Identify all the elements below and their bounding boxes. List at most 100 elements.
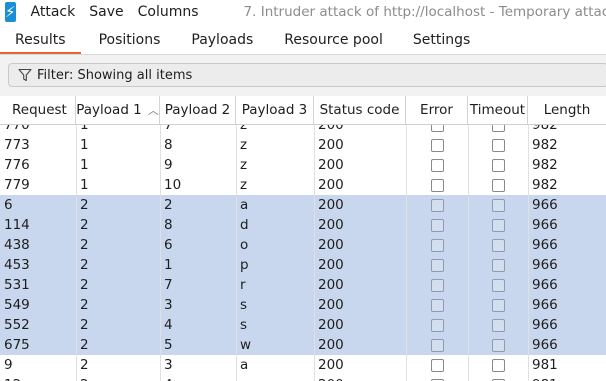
tab-settings[interactable]: Settings	[398, 24, 485, 55]
column-header-timeout[interactable]: Timeout	[468, 96, 528, 124]
cell-length: 982	[532, 177, 558, 193]
cell-timeout	[468, 175, 528, 195]
timeout-checkbox	[491, 138, 505, 152]
table-row[interactable]: 1224a200 981	[0, 375, 606, 381]
cell-error	[406, 355, 468, 375]
menu-attack[interactable]: Attack	[24, 4, 83, 20]
tab-resource-pool-label: Resource pool	[284, 31, 383, 48]
cell-payload-1: 2	[80, 197, 89, 213]
cell-request: 9	[4, 357, 13, 373]
column-header-payload-1-label: Payload 1	[76, 102, 142, 118]
column-header-payload-3-label: Payload 3	[241, 102, 308, 118]
cell-request: 773	[4, 137, 30, 153]
cell-request: 776	[4, 157, 30, 173]
cell-error	[406, 135, 468, 155]
cell-error	[406, 175, 468, 195]
cell-length: 966	[532, 237, 558, 253]
cell-request: 552	[4, 317, 30, 333]
cell-request: 675	[4, 337, 30, 353]
cell-payload-1: 2	[80, 237, 89, 253]
cell-length: 966	[532, 297, 558, 313]
cell-request: 531	[4, 277, 30, 293]
column-header-status-code-label: Status code	[319, 102, 400, 118]
cell-length: 966	[532, 257, 558, 273]
timeout-checkbox	[491, 218, 505, 232]
cell-payload-3: s	[240, 297, 248, 313]
cell-error	[406, 335, 468, 355]
table-row[interactable]: 9 2 3 a 200 981	[0, 355, 606, 375]
cell-status-code: 200	[318, 177, 344, 193]
error-checkbox	[430, 158, 444, 172]
cell-payload-2: 3	[164, 297, 173, 313]
column-divider	[468, 118, 469, 381]
cell-timeout	[468, 375, 528, 381]
timeout-checkbox	[491, 298, 505, 312]
cell-request: 438	[4, 237, 30, 253]
cell-request: 779	[4, 177, 30, 193]
column-header-request[interactable]: Request	[0, 96, 76, 124]
tab-positions[interactable]: Positions	[81, 24, 176, 55]
error-checkbox	[430, 178, 444, 192]
tab-payloads[interactable]: Payloads	[175, 24, 269, 55]
table-row[interactable]: 675 2 5 w 200 966	[0, 335, 606, 355]
cell-payload-3: s	[240, 317, 248, 333]
filter-bar[interactable]: Filter: Showing all items	[8, 63, 606, 87]
tab-strip: Results Positions Payloads Resource pool…	[0, 24, 606, 55]
results-table-body[interactable]: 770 1 7 z 200 982 773 1 8 z 200 982 776 1 9 z 200 982 779 1…	[0, 118, 606, 381]
cell-payload-2: 3	[164, 357, 173, 373]
table-row[interactable]: 779 1 10 z 200 982	[0, 175, 606, 195]
tab-resource-pool[interactable]: Resource pool	[269, 24, 398, 55]
column-header-payload-1[interactable]: Payload 1 ︿	[76, 96, 160, 124]
menu-columns[interactable]: Columns	[131, 4, 206, 20]
cell-length: 966	[532, 217, 558, 233]
column-header-length-label: Length	[543, 102, 591, 118]
cell-payload-2: 4	[164, 317, 173, 333]
column-divider	[160, 118, 161, 381]
cell-status-code: 200	[318, 137, 344, 153]
cell-payload-2: 2	[164, 197, 173, 213]
column-header-length[interactable]: Length	[528, 96, 606, 124]
table-row[interactable]: 531 2 7 r 200 966	[0, 275, 606, 295]
cell-payload-1: 2	[80, 257, 89, 273]
tab-results[interactable]: Results	[0, 24, 81, 55]
tab-results-label: Results	[15, 31, 66, 48]
table-row[interactable]: 6 2 2 a 200 966	[0, 195, 606, 215]
table-row[interactable]: 552 2 4 s 200 966	[0, 315, 606, 335]
cell-payload-3: p	[240, 257, 249, 273]
table-row[interactable]: 776 1 9 z 200 982	[0, 155, 606, 175]
column-header-error[interactable]: Error	[406, 96, 468, 124]
cell-payload-2: 4	[160, 375, 236, 381]
cell-payload-3: r	[240, 277, 246, 293]
menu-bar: ⚡ Attack Save Columns 7. Intruder attack…	[0, 0, 606, 24]
column-header-status-code[interactable]: Status code	[314, 96, 406, 124]
cell-status-code: 200	[318, 277, 344, 293]
cell-status-code: 200	[318, 357, 344, 373]
column-header-timeout-label: Timeout	[469, 102, 526, 118]
tab-settings-label: Settings	[412, 31, 471, 48]
error-checkbox	[430, 218, 444, 232]
table-row[interactable]: 438 2 6 o 200 966	[0, 235, 606, 255]
cell-payload-2: 6	[164, 237, 173, 253]
table-row[interactable]: 453 2 1 p 200 966	[0, 255, 606, 275]
table-row[interactable]: 114 2 8 d 200 966	[0, 215, 606, 235]
table-row[interactable]: 549 2 3 s 200 966	[0, 295, 606, 315]
cell-request: 6	[4, 197, 13, 213]
tab-payloads-label: Payloads	[191, 31, 254, 48]
cell-error	[406, 235, 468, 255]
cell-length: 982	[532, 137, 558, 153]
table-row[interactable]: 773 1 8 z 200 982	[0, 135, 606, 155]
column-header-payload-2[interactable]: Payload 2	[160, 96, 236, 124]
cell-timeout	[468, 215, 528, 235]
filter-area: Filter: Showing all items	[0, 55, 606, 96]
cell-status-code: 200	[318, 317, 344, 333]
cell-error	[406, 155, 468, 175]
column-header-payload-2-label: Payload 2	[164, 102, 231, 118]
cell-payload-2: 9	[164, 157, 173, 173]
cell-timeout	[468, 355, 528, 375]
timeout-checkbox	[491, 318, 505, 332]
menu-save[interactable]: Save	[82, 4, 130, 20]
cell-request: 549	[4, 297, 30, 313]
column-divider	[76, 118, 77, 381]
cell-payload-2: 10	[164, 177, 182, 193]
column-header-payload-3[interactable]: Payload 3	[236, 96, 314, 124]
